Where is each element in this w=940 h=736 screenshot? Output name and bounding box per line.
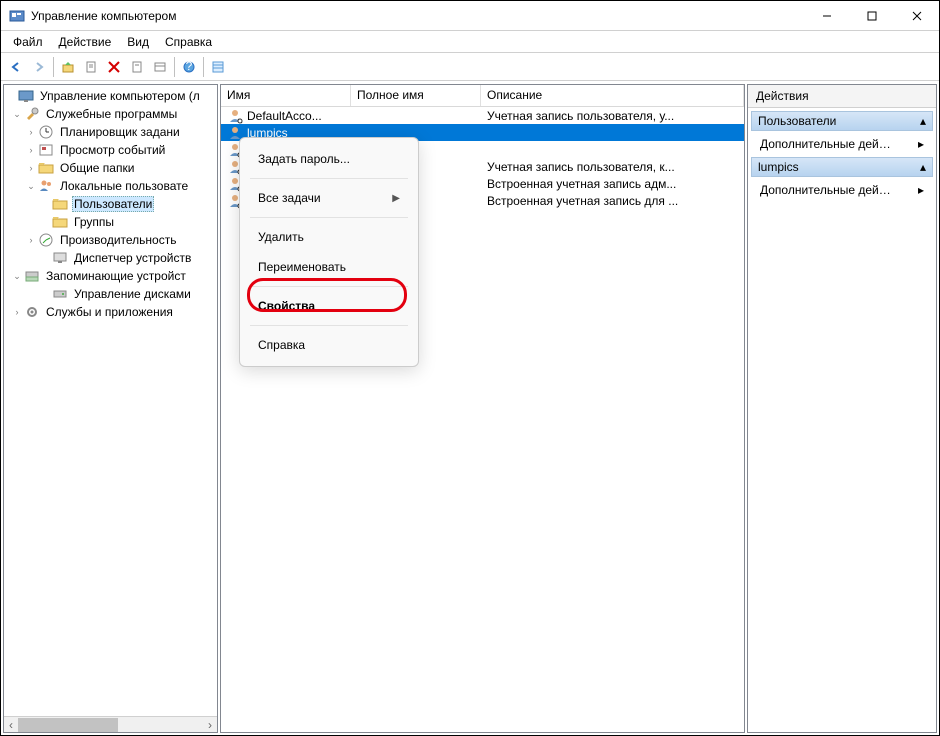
cell-desc: Встроенная учетная запись адм...: [481, 177, 744, 191]
tree-services[interactable]: › Службы и приложения: [4, 303, 217, 321]
chevron-right-icon: ▸: [918, 183, 924, 197]
list-row[interactable]: DefaultAcco... Учетная запись пользовате…: [221, 107, 744, 124]
maximize-button[interactable]: [849, 1, 894, 31]
clock-icon: [38, 124, 54, 140]
menu-action[interactable]: Действие: [51, 33, 120, 51]
ctx-properties[interactable]: Свойства: [240, 291, 418, 321]
actions-section-lumpics[interactable]: lumpics ▴: [751, 157, 933, 177]
ctx-set-password[interactable]: Задать пароль...: [240, 144, 418, 174]
forward-button[interactable]: [28, 56, 50, 78]
menubar: Файл Действие Вид Справка: [1, 31, 939, 53]
list-header: Имя Полное имя Описание: [221, 85, 744, 107]
tree-shared[interactable]: › Общие папки: [4, 159, 217, 177]
storage-icon: [24, 268, 40, 284]
folder-icon: [52, 214, 68, 230]
tree-diskmgmt[interactable]: Управление дисками: [4, 285, 217, 303]
user-icon: [227, 108, 243, 124]
collapse-icon: ▴: [920, 114, 926, 128]
tree-performance[interactable]: › Производительность: [4, 231, 217, 249]
tree-users-label: Пользователи: [72, 196, 154, 212]
computer-icon: [18, 88, 34, 104]
close-button[interactable]: [894, 1, 939, 31]
tools-icon: [24, 106, 40, 122]
actions-more-users[interactable]: Дополнительные дей… ▸: [754, 134, 930, 154]
svg-text:?: ?: [186, 60, 193, 73]
tree-groups[interactable]: Группы: [4, 213, 217, 231]
tree-panel: Управление компьютером (л ⌄ Служебные пр…: [3, 84, 218, 733]
tree-device-mgr[interactable]: Диспетчер устройств: [4, 249, 217, 267]
menu-view[interactable]: Вид: [119, 33, 157, 51]
device-icon: [52, 250, 68, 266]
tree-events[interactable]: › Просмотр событий: [4, 141, 217, 159]
tree-scrollbar-h[interactable]: ‹ ›: [4, 716, 217, 732]
ctx-delete[interactable]: Удалить: [240, 222, 418, 252]
ctx-all-tasks[interactable]: Все задачи▶: [240, 183, 418, 213]
titlebar: Управление компьютером: [1, 1, 939, 31]
refresh-button[interactable]: [149, 56, 171, 78]
services-icon: [24, 304, 40, 320]
content-area: Управление компьютером (л ⌄ Служебные пр…: [1, 81, 939, 735]
col-desc[interactable]: Описание: [481, 85, 744, 106]
ctx-help[interactable]: Справка: [240, 330, 418, 360]
context-menu: Задать пароль... Все задачи▶ Удалить Пер…: [239, 137, 419, 367]
list-panel: Имя Полное имя Описание DefaultAcco... У…: [220, 84, 745, 733]
tree[interactable]: Управление компьютером (л ⌄ Служебные пр…: [4, 85, 217, 323]
window: Управление компьютером Файл Действие Вид…: [0, 0, 940, 736]
tree-users[interactable]: Пользователи: [4, 195, 217, 213]
chevron-right-icon: ▶: [392, 193, 400, 204]
collapse-icon: ▴: [920, 160, 926, 174]
cell-desc: Встроенная учетная запись для ...: [481, 194, 744, 208]
properties-button[interactable]: [80, 56, 102, 78]
menu-help[interactable]: Справка: [157, 33, 220, 51]
cell-name: DefaultAcco...: [247, 109, 322, 123]
up-button[interactable]: [57, 56, 79, 78]
actions-section-users[interactable]: Пользователи ▴: [751, 111, 933, 131]
tree-utils[interactable]: ⌄ Служебные программы: [4, 105, 217, 123]
chevron-right-icon: ▸: [918, 137, 924, 151]
menu-file[interactable]: Файл: [5, 33, 51, 51]
events-icon: [38, 142, 54, 158]
help-button[interactable]: ?: [178, 56, 200, 78]
actions-header: Действия: [748, 85, 936, 108]
col-fullname[interactable]: Полное имя: [351, 85, 481, 106]
tree-scheduler[interactable]: › Планировщик задани: [4, 123, 217, 141]
export-button[interactable]: [126, 56, 148, 78]
tree-local-users[interactable]: ⌄ Локальные пользовате: [4, 177, 217, 195]
back-button[interactable]: [5, 56, 27, 78]
col-name[interactable]: Имя: [221, 85, 351, 106]
perf-icon: [38, 232, 54, 248]
folder-shared-icon: [38, 160, 54, 176]
toolbar: ?: [1, 53, 939, 81]
users-icon: [38, 178, 54, 194]
tree-storage[interactable]: ⌄ Запоминающие устройст: [4, 267, 217, 285]
window-title: Управление компьютером: [31, 9, 804, 23]
list-view-button[interactable]: [207, 56, 229, 78]
folder-icon: [52, 196, 68, 212]
disk-icon: [52, 286, 68, 302]
minimize-button[interactable]: [804, 1, 849, 31]
tree-root[interactable]: Управление компьютером (л: [4, 87, 217, 105]
cell-desc: Учетная запись пользователя, у...: [481, 109, 744, 123]
cell-desc: Учетная запись пользователя, к...: [481, 160, 744, 174]
actions-panel: Действия Пользователи ▴ Дополнительные д…: [747, 84, 937, 733]
delete-button[interactable]: [103, 56, 125, 78]
app-icon: [9, 8, 25, 24]
actions-more-lumpics[interactable]: Дополнительные дей… ▸: [754, 180, 930, 200]
ctx-rename[interactable]: Переименовать: [240, 252, 418, 282]
